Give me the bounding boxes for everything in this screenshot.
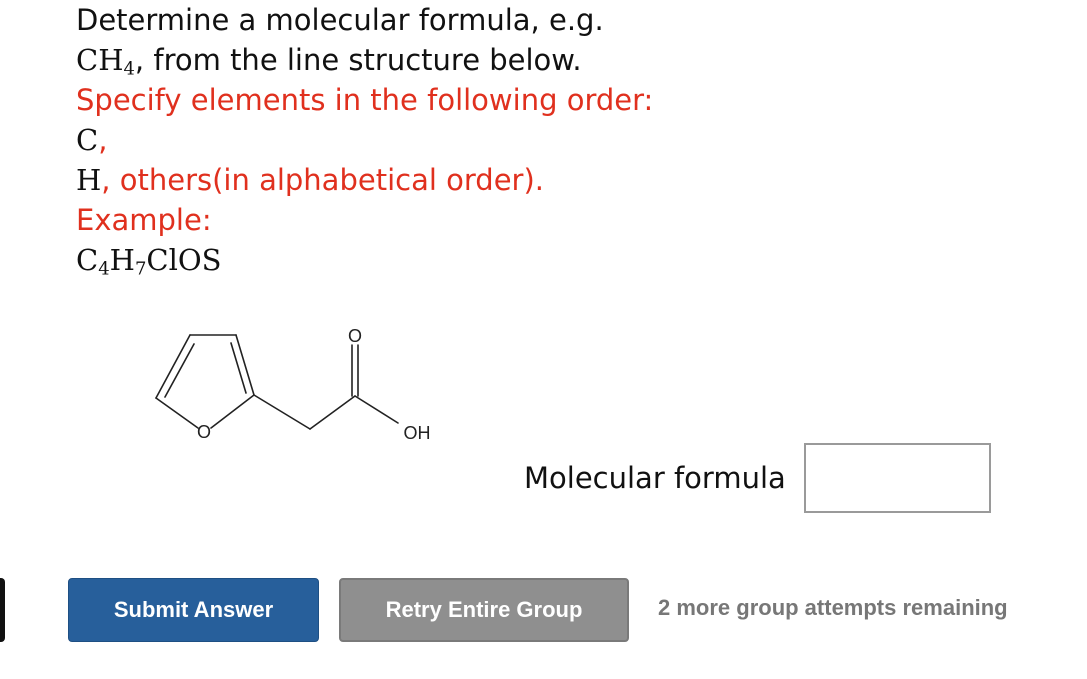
order-line-c: C,	[76, 123, 108, 157]
submit-answer-button[interactable]: Submit Answer	[68, 578, 319, 642]
molecular-formula-input[interactable]	[804, 443, 991, 513]
line-structure-diagram: O O OH	[155, 326, 431, 443]
example-heading: Example:	[76, 203, 212, 237]
ring-oxygen-label: O	[197, 422, 211, 442]
order-instruction: Specify elements in the following order:	[76, 83, 654, 117]
edge-indicator	[0, 578, 5, 642]
example-formula-ch4: CH4	[76, 43, 135, 80]
example-formula: C4H7ClOS	[76, 243, 222, 280]
attempts-remaining-text: 2 more group attempts remaining	[658, 595, 1008, 620]
retry-entire-group-button[interactable]: Retry Entire Group	[339, 578, 629, 642]
hydroxyl-label: OH	[404, 423, 431, 443]
order-line-h: H, others(in alphabetical order).	[76, 163, 544, 197]
molecular-formula-label: Molecular formula	[524, 461, 786, 495]
question-line-1: Determine a molecular formula, e.g.	[76, 3, 604, 37]
carbonyl-oxygen-label: O	[348, 326, 362, 346]
